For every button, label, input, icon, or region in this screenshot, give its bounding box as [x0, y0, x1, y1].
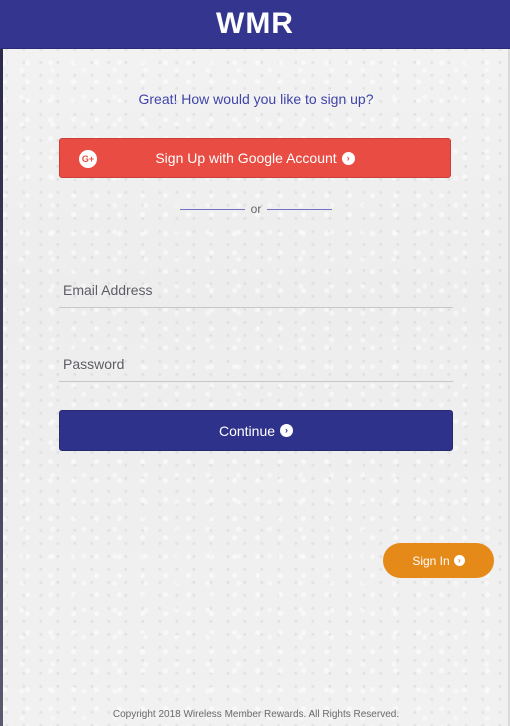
chevron-right-circle-icon: ›	[341, 151, 355, 165]
or-divider: or	[180, 201, 333, 217]
sign-in-button[interactable]: Sign In ›	[383, 543, 494, 578]
sign-in-label: Sign In	[412, 553, 450, 568]
continue-label: Continue	[218, 422, 276, 439]
app-header: WMR	[0, 0, 510, 49]
email-field[interactable]	[59, 272, 453, 308]
chevron-right-circle-icon: ›	[453, 555, 465, 566]
google-signup-label: Sign Up with Google Account	[155, 150, 337, 166]
signup-prompt: Great! How would you like to sign up?	[138, 91, 374, 107]
continue-button[interactable]: Continue ›	[59, 410, 453, 451]
google-plus-icon: G+	[79, 150, 97, 168]
divider-line-right	[267, 208, 333, 210]
or-text: or	[250, 202, 262, 216]
copyright-footer: Copyright 2018 Wireless Member Rewards. …	[112, 709, 400, 720]
wmr-logo: WMR	[216, 7, 294, 40]
password-field[interactable]	[59, 346, 453, 382]
chevron-right-circle-icon: ›	[280, 424, 294, 437]
left-edge-strip	[0, 48, 3, 726]
divider-line-left	[180, 208, 245, 210]
google-signup-button[interactable]: G+ Sign Up with Google Account ›	[59, 138, 451, 178]
